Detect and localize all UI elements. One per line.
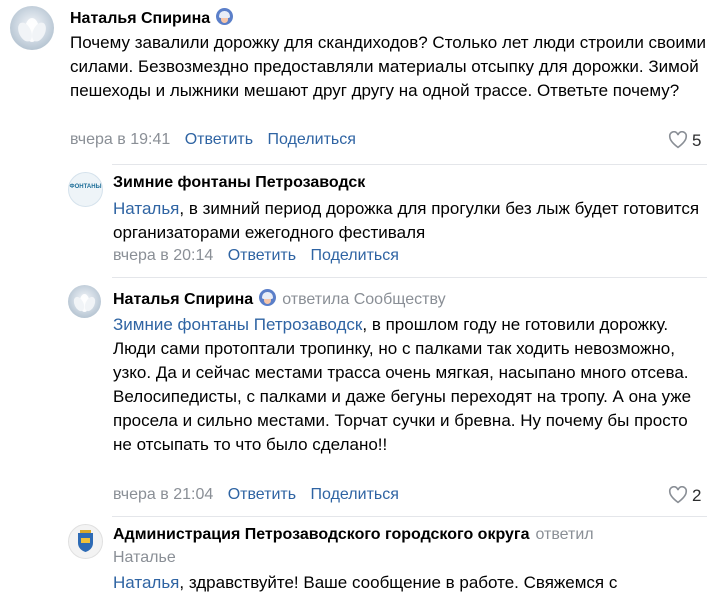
flower-icon [73,294,96,312]
comment-author[interactable]: Наталья Спирина [113,291,253,308]
comment-text: Наталья, в зимний период дорожка для про… [113,197,703,245]
avatar-natalia[interactable] [10,6,54,50]
comment-author[interactable]: Администрация Петрозаводского городского… [113,526,529,543]
flower-icon [18,18,46,42]
avatar-natalia[interactable] [68,285,101,318]
user-badge-icon [216,8,234,25]
reply-button[interactable]: Ответить [228,247,296,264]
mention-link[interactable]: Зимние фонтаны Петрозаводск [113,315,362,334]
like-count: 5 [692,131,702,150]
divider [112,277,707,278]
comment-text: Зимние фонтаны Петрозаводск, в прошлом г… [113,313,711,457]
reply-to-target[interactable]: Наталье [113,549,176,567]
like-button[interactable]: 2 [668,485,702,506]
comment-body: , в прошлом году не готовили дорожку. Лю… [113,315,692,454]
share-button[interactable]: Поделиться [311,247,399,264]
coat-of-arms-icon [78,530,93,552]
heart-icon [668,485,688,504]
comment-author[interactable]: Наталья Спирина [70,10,210,27]
share-button[interactable]: Поделиться [268,131,356,148]
reply-to-label: ответила Сообществу [282,291,446,308]
like-button[interactable]: 5 [668,130,702,151]
comment-body: , здравствуйте! Ваше сообщение в работе.… [179,573,618,592]
divider [112,516,707,517]
heart-icon [668,130,688,149]
comment-time[interactable]: вчера в 21:04 [113,486,213,503]
comment-time[interactable]: вчера в 19:41 [70,131,170,148]
avatar-administration[interactable] [68,524,103,559]
reply-to-label: ответил [535,526,594,543]
reply-button[interactable]: Ответить [228,486,296,503]
avatar-community[interactable]: ФОНТАНЫ [68,172,103,207]
comment-body: , в зимний период дорожка для прогулки б… [113,199,700,242]
mention-link[interactable]: Наталья [113,573,179,592]
reply-button[interactable]: Ответить [185,131,253,148]
community-logo-text: ФОНТАНЫ [69,184,102,190]
comment-time[interactable]: вчера в 20:14 [113,247,213,264]
divider [112,164,707,165]
user-badge-icon [259,289,277,306]
share-button[interactable]: Поделиться [311,486,399,503]
mention-link[interactable]: Наталья [113,199,179,218]
like-count: 2 [692,486,702,505]
comment-text: Почему завалили дорожку для скандиходов?… [70,33,707,100]
comment-text: Наталья, здравствуйте! Ваше сообщение в … [113,571,711,595]
comment-author[interactable]: Зимние фонтаны Петрозаводск [113,174,365,192]
